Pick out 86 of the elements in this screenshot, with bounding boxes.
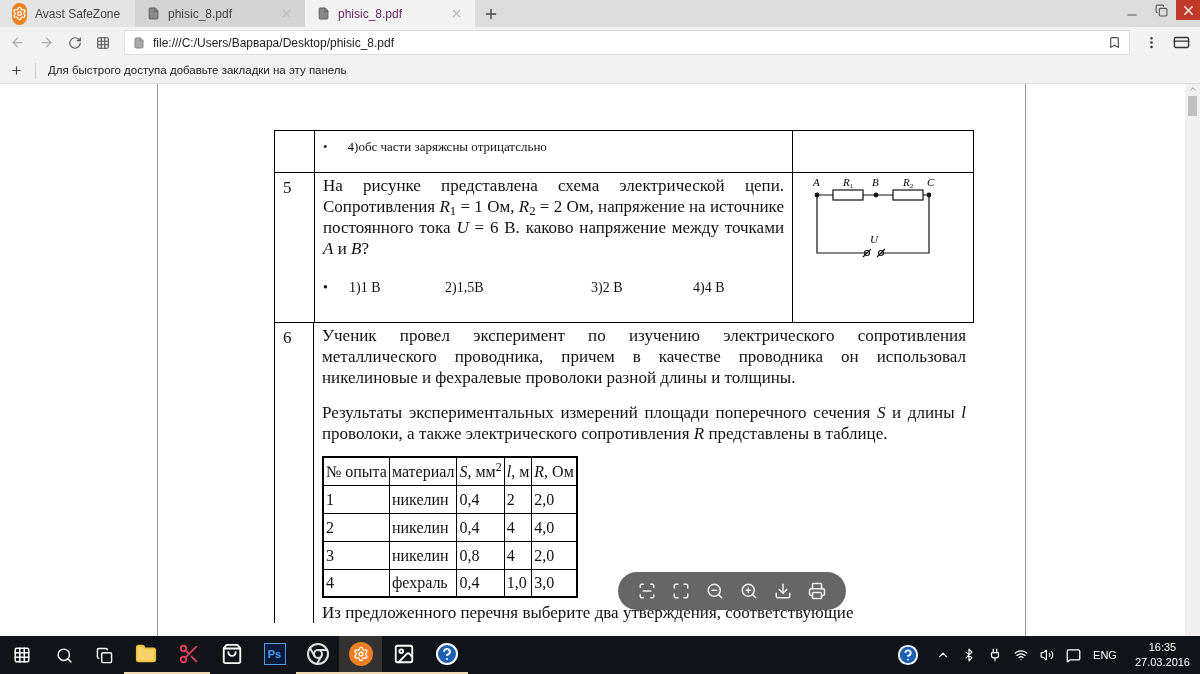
table-header: материал	[389, 457, 457, 485]
table-cell: 0,4	[456, 513, 505, 541]
table-cell: никелин	[389, 485, 457, 513]
browser-tab[interactable]: Avast SafeZone	[0, 0, 135, 27]
wifi-icon[interactable]	[1014, 648, 1029, 662]
table-cell: 3	[323, 541, 390, 569]
windows-start-icon[interactable]	[13, 646, 31, 664]
help-icon[interactable]	[434, 642, 459, 666]
scrollbar-thumb[interactable]	[1188, 96, 1197, 116]
scrollbar[interactable]	[1185, 84, 1200, 636]
address-field[interactable]: file:///C:/Users/Варвара/Desktop/phisic_8.pdf	[124, 30, 1130, 55]
ps-logo[interactable]: Ps	[263, 643, 286, 665]
table-cell: 2	[323, 513, 390, 541]
zoom-out-icon[interactable]	[706, 582, 724, 600]
reload-icon[interactable]	[68, 35, 82, 50]
resistor-label: R$_{2}$	[903, 176, 914, 190]
apps-grid-icon[interactable]	[96, 35, 110, 50]
address-text: file:///C:/Users/Варвара/Desktop/phisic_8.pdf	[153, 34, 395, 52]
add-bookmark-icon[interactable]	[10, 64, 23, 77]
tab-title: phisic_8.pdf	[168, 5, 233, 23]
table-cell: 2	[504, 485, 532, 513]
gear-logo-icon	[12, 2, 27, 25]
question-text: Ученик провел эксперимент по изучению электрического сопротивления металлического проводника, причем в качестве проводника он использовал никелиновые и фехралевые проволоки разной длины и толщины.	[322, 325, 966, 388]
bookmarks-hint: Для быстрого доступа добавьте закладки на эту панель	[48, 62, 347, 78]
task-view-icon[interactable]	[95, 646, 113, 664]
point-label: A	[813, 176, 820, 188]
answer-text: 4)обс части заряжсны отрицатсльно	[347, 138, 547, 156]
question-number: 6	[283, 328, 292, 347]
point-label: C	[927, 176, 935, 188]
table-cell: никелин	[389, 541, 457, 569]
browser-logo-icon[interactable]	[305, 642, 330, 666]
restore-icon[interactable]	[1155, 4, 1168, 17]
table-header: № опыта	[323, 457, 390, 485]
close-window-button[interactable]	[1176, 0, 1200, 20]
table-cell: 1	[323, 485, 390, 513]
card-icon[interactable]	[1173, 34, 1190, 51]
table-cell: 0,4	[456, 485, 505, 513]
question-text: Результаты экспериментальных измерений площади поперечного сечения S и длины l проволоки, а также электрического сопротивления R представлены в таблице.	[322, 402, 966, 444]
help-icon[interactable]	[897, 644, 920, 666]
tab-title: Avast SafeZone	[35, 5, 121, 23]
taskbar-button[interactable]	[339, 636, 382, 674]
table-cell: фехраль	[389, 569, 457, 597]
clock[interactable]: 16:35 27.03.2016	[1124, 640, 1200, 670]
date-text: 27.03.2016	[1134, 655, 1190, 670]
table-header: l, м	[504, 457, 532, 485]
document-icon	[133, 36, 145, 49]
answer-option: 2)1,5В	[445, 277, 591, 298]
notification-icon[interactable]	[1066, 647, 1082, 663]
shopping-bag-icon[interactable]	[220, 643, 243, 665]
table-cell: 4	[504, 541, 532, 569]
language-indicator[interactable]: ENG	[1093, 646, 1117, 664]
bookmark-icon[interactable]	[1108, 36, 1121, 49]
table-cell: 0,8	[456, 541, 505, 569]
table-header: S, мм$^{2}$	[456, 457, 505, 485]
table-cell: никелин	[389, 513, 457, 541]
browser-tab[interactable]: phisic_8.pdf	[305, 0, 475, 27]
answer-option: 3)2 В	[591, 277, 693, 298]
scissors-icon[interactable]	[177, 643, 200, 665]
folder-icon[interactable]	[134, 643, 157, 665]
table-cell: 4	[323, 569, 390, 597]
mountain-picture-icon[interactable]	[392, 643, 415, 665]
document-icon	[147, 7, 160, 20]
download-icon[interactable]	[774, 582, 792, 600]
question-text: Из предложенного перечня выберите два утверждения, соответствующие	[322, 602, 855, 623]
gear-logo-icon[interactable]	[348, 642, 373, 666]
print-icon[interactable]	[808, 582, 826, 600]
taskbar-button[interactable]: Ps	[253, 636, 296, 674]
source-label: U	[870, 233, 878, 245]
search-icon[interactable]	[55, 646, 73, 664]
answer-option: 4)4 В	[693, 277, 753, 298]
tab-title: phisic_8.pdf	[338, 5, 403, 23]
question-text: На рисунке представлена схема электрической цепи. Сопротивления R$_{1}$ = 1 Ом, R$_{2}$ = 2 Ом, напряжение на источнике постоянного тока U = 6 В. каково напряжение между точками A и B?	[323, 175, 784, 259]
table-cell: 4	[504, 513, 532, 541]
browser-tab[interactable]: phisic_8.pdf	[135, 0, 305, 27]
time-text: 16:35	[1148, 640, 1177, 655]
volume-icon[interactable]	[1040, 648, 1055, 662]
bullet: •	[323, 138, 328, 156]
zoom-in-icon[interactable]	[740, 582, 758, 600]
answer-option: 1)1 В	[349, 277, 445, 298]
fit-page-icon[interactable]	[638, 582, 656, 600]
point-label: B	[872, 176, 879, 188]
resistor-label: R$_{1}$	[843, 176, 854, 190]
document-icon	[317, 7, 330, 20]
question-number: 5	[283, 178, 292, 197]
bullet: •	[323, 279, 329, 297]
fit-width-icon[interactable]	[672, 582, 690, 600]
